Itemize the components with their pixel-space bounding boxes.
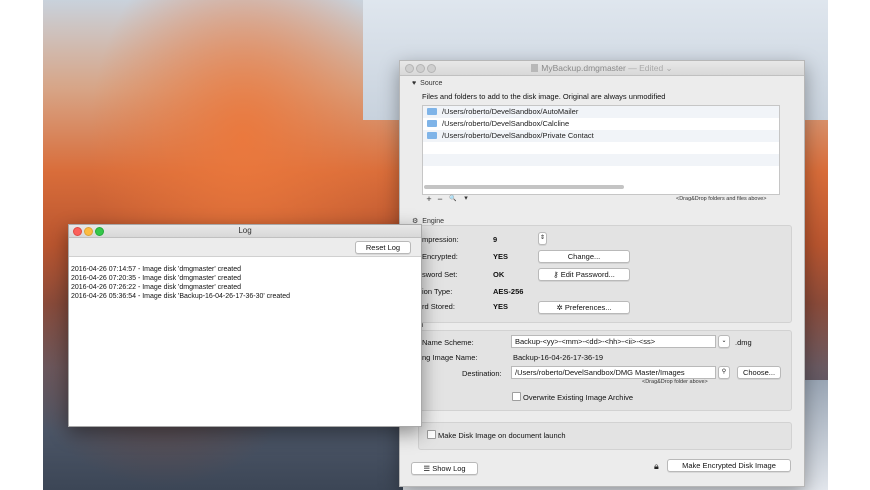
source-header-label: Source <box>420 80 443 87</box>
show-log-label: Show Log <box>432 464 466 473</box>
folder-icon <box>427 108 437 115</box>
source-list[interactable]: /Users/roberto/DevelSandbox/AutoMailer /… <box>422 105 780 195</box>
log-line: 2016-04-26 07:14:57 - Image disk 'dmgmas… <box>71 266 241 273</box>
reset-log-button[interactable]: Reset Log <box>355 241 411 254</box>
document-icon <box>531 64 539 72</box>
extension-label: .dmg <box>735 338 752 347</box>
list-icon: ☰ <box>423 464 433 473</box>
password-stored-value: YES <box>493 302 509 311</box>
launch-label: Make Disk Image on document launch <box>438 431 566 440</box>
destination-field[interactable]: /Users/roberto/DevelSandbox/DMG Master/I… <box>511 366 716 379</box>
show-log-button[interactable]: ☰ Show Log <box>411 462 478 475</box>
lock-icon: 🔒︎ <box>654 461 659 471</box>
password-set-label: sword Set: <box>422 270 458 279</box>
log-window: Log Reset Log 2016-04-26 07:14:57 - Imag… <box>68 224 422 427</box>
edit-password-button[interactable]: ⚷ Edit Password... <box>538 268 630 281</box>
list-item-label: /Users/roberto/DevelSandbox/AutoMailer <box>442 107 579 116</box>
source-drop-hint: <Drag&Drop folders and files above> <box>676 196 767 202</box>
chevron-down-icon[interactable]: ⌄ <box>718 335 730 348</box>
overwrite-label: Overwrite Existing Image Archive <box>523 393 634 402</box>
log-toolbar: Reset Log <box>69 238 421 257</box>
compression-value: 9 <box>493 235 498 244</box>
compression-label: mpression: <box>422 235 459 244</box>
password-set-value: OK <box>493 270 505 279</box>
make-disk-image-button[interactable]: Make Encrypted Disk Image <box>667 459 791 472</box>
source-header: ♥ Source <box>412 80 442 87</box>
list-item[interactable]: /Users/roberto/DevelSandbox/AutoMailer <box>423 106 779 118</box>
remove-item-button[interactable]: − <box>435 194 445 204</box>
edit-password-label: Edit Password... <box>560 270 615 279</box>
search-icon[interactable]: 🔍 <box>448 194 458 204</box>
add-item-button[interactable]: + <box>424 194 434 204</box>
options-menu-button[interactable]: ▾ <box>461 194 471 204</box>
title-edited[interactable]: — Edited ⌄ <box>628 63 672 73</box>
key-icon: ⚷ <box>553 270 561 279</box>
preferences-label: Preferences... <box>564 303 612 312</box>
log-line: 2016-04-26 07:20:35 - Image disk 'dmgmas… <box>71 275 241 282</box>
image-name-value: Backup-16-04-26-17-36-19 <box>513 353 604 362</box>
log-line: 2016-04-26 05:36:54 - Image disk 'Backup… <box>71 293 291 300</box>
main-window: MyBackup.dmgmaster — Edited ⌄ ♥ Source Fi… <box>399 60 805 487</box>
compression-stepper[interactable]: ⇕ <box>538 232 547 245</box>
list-item-label: /Users/roberto/DevelSandbox/Private Cont… <box>442 131 594 140</box>
list-item-label: /Users/roberto/DevelSandbox/Calcline <box>442 119 570 128</box>
heart-icon: ♥ <box>412 80 417 87</box>
encrypted-label: Encrypted: <box>422 252 458 261</box>
destination-label: Destination: <box>462 369 502 378</box>
log-titlebar: Log <box>69 225 421 238</box>
horizontal-scrollbar[interactable] <box>424 185 624 189</box>
list-item[interactable]: /Users/roberto/DevelSandbox/Private Cont… <box>423 130 779 142</box>
list-item-empty <box>423 154 779 166</box>
list-item-empty <box>423 142 779 154</box>
name-scheme-label: Name Scheme: <box>422 338 474 347</box>
image-name-label: ng Image Name: <box>422 353 478 362</box>
log-output: 2016-04-26 07:14:57 - Image disk 'dmgmas… <box>71 265 290 301</box>
right-margin <box>828 0 870 490</box>
password-stored-label: rd Stored: <box>422 302 455 311</box>
engine-header-label: Engine <box>422 218 445 225</box>
main-titlebar: MyBackup.dmgmaster — Edited ⌄ <box>400 61 804 76</box>
window-title: MyBackup.dmgmaster — Edited ⌄ <box>400 63 804 74</box>
log-title: Log <box>238 226 252 235</box>
choose-button[interactable]: Choose... <box>737 366 781 379</box>
left-margin <box>0 0 43 490</box>
change-button[interactable]: Change... <box>538 250 630 263</box>
encryption-type-value: AES-256 <box>493 287 524 296</box>
log-line: 2016-04-26 07:26:22 - Image disk 'dmgmas… <box>71 284 241 291</box>
launch-checkbox[interactable] <box>427 430 436 439</box>
folder-icon <box>427 132 437 139</box>
folder-icon <box>427 120 437 127</box>
title-text: MyBackup.dmgmaster <box>541 63 626 73</box>
search-icon[interactable]: ⚲ <box>718 366 730 379</box>
encryption-type-label: ion Type: <box>422 287 453 296</box>
encrypted-value: YES <box>493 252 509 261</box>
overwrite-checkbox[interactable] <box>512 392 521 401</box>
preferences-button[interactable]: ✲ Preferences... <box>538 301 630 314</box>
list-item[interactable]: /Users/roberto/DevelSandbox/Calcline <box>423 118 779 130</box>
gear-icon: ✲ <box>556 303 565 312</box>
name-scheme-field[interactable]: Backup-<yy>-<mm>-<dd>-<hh>-<ii>-<ss> <box>511 335 716 348</box>
list-item-empty <box>423 166 779 178</box>
destination-drop-hint: <Drag&Drop folder above> <box>642 379 708 385</box>
